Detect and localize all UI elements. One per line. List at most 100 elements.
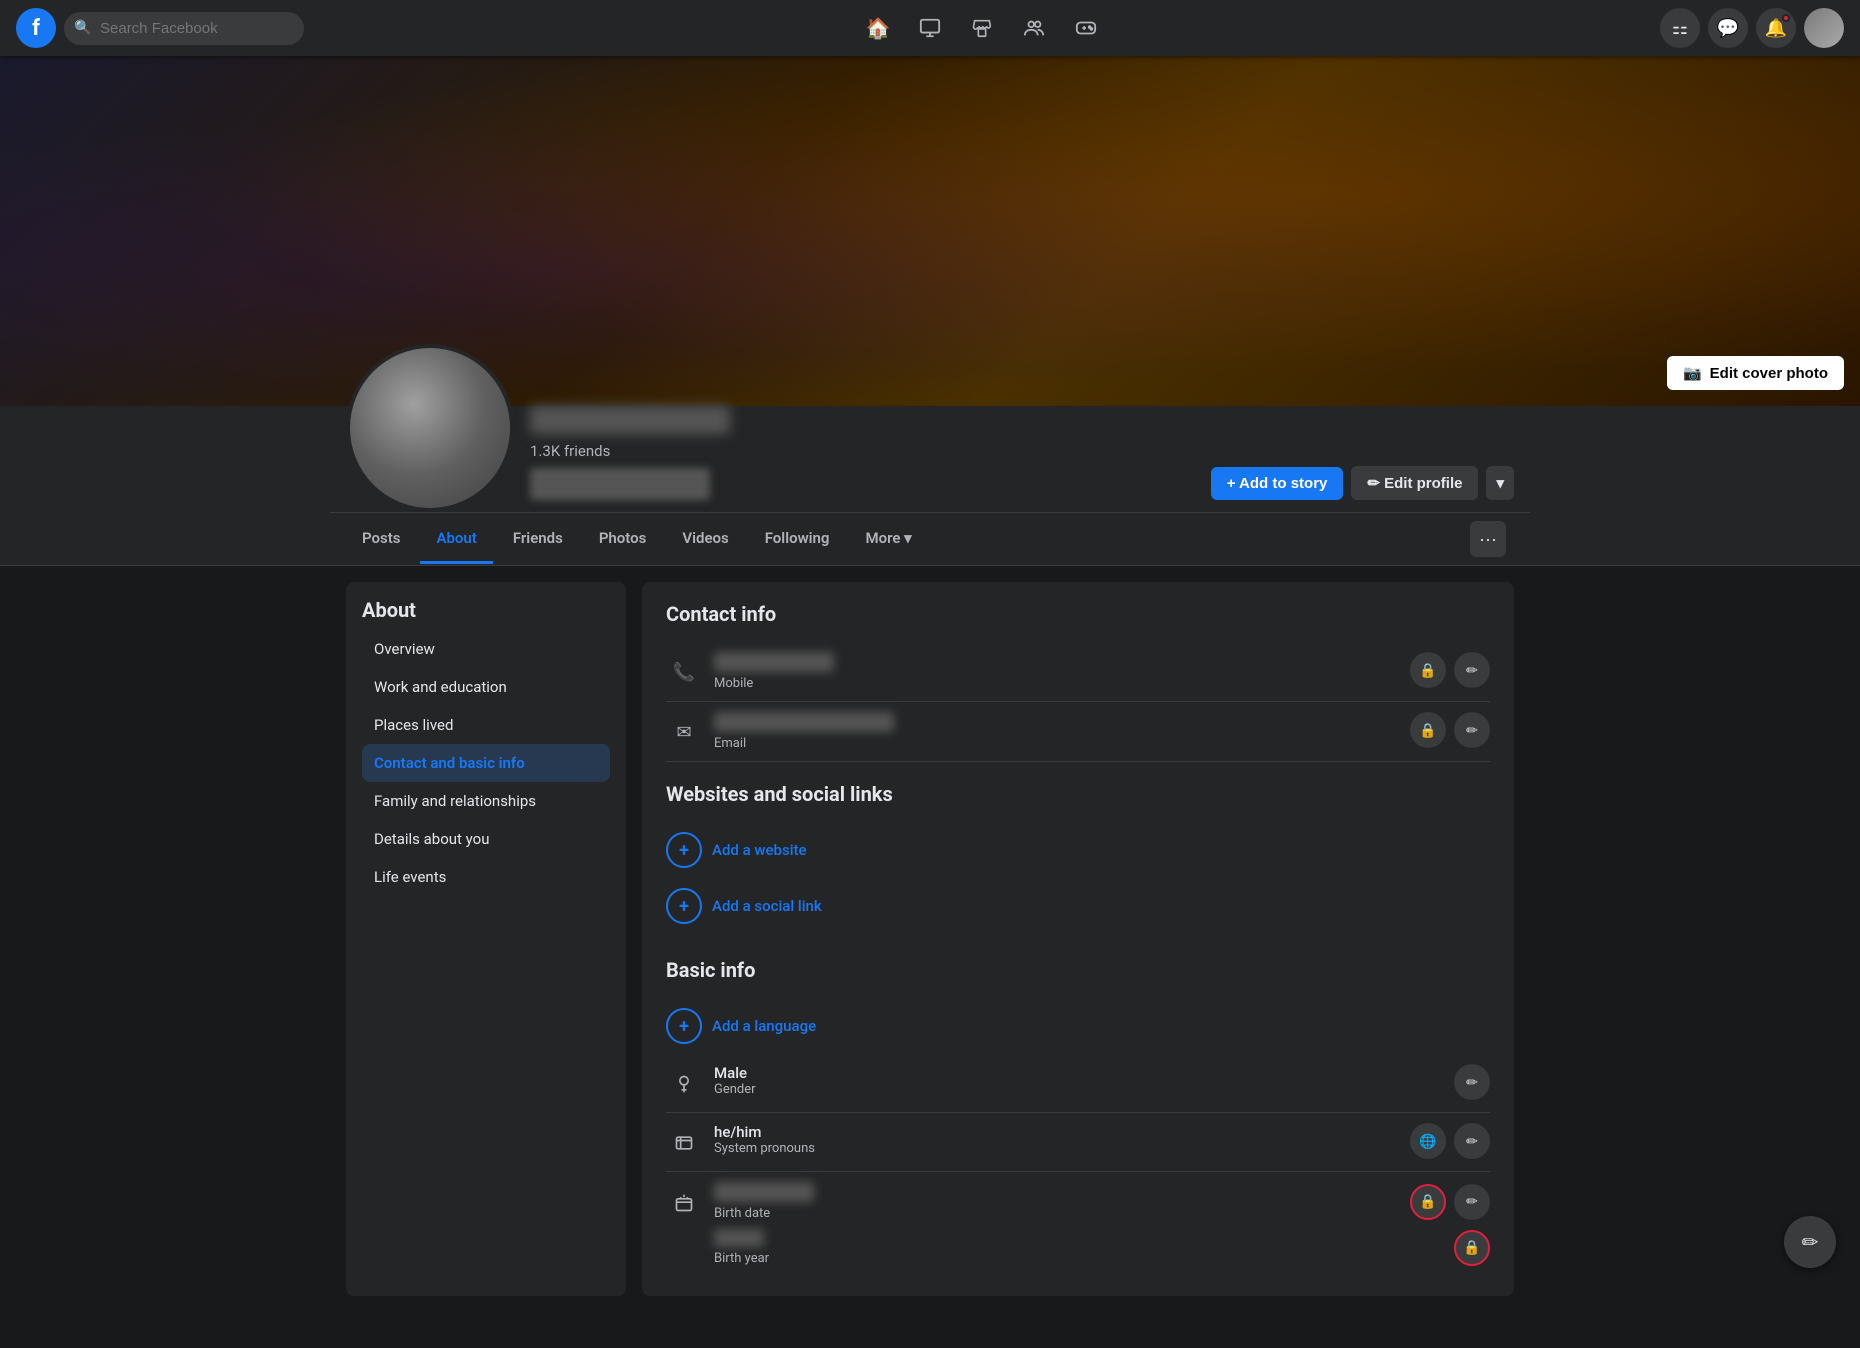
birthyear-content: Birth year (714, 1229, 1438, 1266)
tab-following[interactable]: Following (749, 515, 846, 564)
lock-red-icon-1: 🔒 (1419, 1193, 1436, 1210)
home-nav-btn[interactable]: 🏠 (854, 4, 902, 52)
about-nav-family[interactable]: Family and relationships (362, 782, 610, 820)
add-story-button[interactable]: + Add to story (1211, 467, 1344, 500)
avatar-image (350, 348, 510, 508)
gender-content: Male Gender (714, 1064, 1438, 1097)
edit-profile-button[interactable]: ✏ Edit profile (1351, 466, 1478, 500)
gender-edit-button[interactable]: ✏ (1454, 1064, 1490, 1100)
email-lock-button[interactable]: 🔒 (1410, 712, 1446, 748)
nav-center: 🏠 (304, 4, 1660, 52)
groups-nav-btn[interactable] (1010, 4, 1058, 52)
about-main-panel: Contact info 📞 Mobile 🔒 ✏ (642, 582, 1514, 1296)
friends-count: 1.3K friends (530, 442, 1195, 460)
main-content: About Overview Work and education Places… (330, 566, 1530, 1312)
websites-divider: Websites and social links (666, 782, 1490, 806)
profile-nav-tabs: Posts About Friends Photos Videos Follow… (346, 515, 1462, 564)
lock-red-icon-2: 🔒 (1463, 1239, 1480, 1256)
pronouns-actions: 🌐 ✏ (1394, 1123, 1490, 1159)
tab-friends[interactable]: Friends (497, 515, 579, 564)
mobile-info-row: 📞 Mobile 🔒 ✏ (666, 642, 1490, 702)
tab-more[interactable]: More ▾ (849, 515, 927, 564)
email-icon: ✉ (666, 714, 702, 750)
about-sidebar: About Overview Work and education Places… (346, 582, 626, 1296)
notifications-btn[interactable]: 🔔 (1756, 8, 1796, 48)
birthyear-actions: 🔒 (1438, 1230, 1490, 1266)
floating-edit-button[interactable]: ✏ (1784, 1216, 1836, 1268)
mobile-lock-button[interactable]: 🔒 (1410, 652, 1446, 688)
profile-nav-extra: ··· (1462, 513, 1514, 565)
edit-cover-button[interactable]: 📷 Edit cover photo (1667, 356, 1844, 390)
top-nav: f 🔍 🏠 ⚏ 💬 🔔 (0, 0, 1860, 56)
birthyear-lock-button[interactable]: 🔒 (1454, 1230, 1490, 1266)
phone-icon: 📞 (666, 654, 702, 690)
birthdate-row-inner: Birth date 🔒 ✏ (666, 1182, 1490, 1221)
profile-info-section: 1.3K friends + Add to story ✏ Edit profi… (0, 406, 1860, 566)
mobile-edit-button[interactable]: ✏ (1454, 652, 1490, 688)
pencil-icon: ✏ (1466, 662, 1478, 679)
gaming-nav-btn[interactable] (1062, 4, 1110, 52)
about-title: About (362, 598, 610, 622)
marketplace-nav-btn[interactable] (958, 4, 1006, 52)
about-nav-life-events[interactable]: Life events (362, 858, 610, 896)
add-social-circle-icon: + (666, 888, 702, 924)
profile-more-button[interactable]: ▾ (1486, 466, 1514, 500)
email-edit-button[interactable]: ✏ (1454, 712, 1490, 748)
mobile-actions: 🔒 ✏ (1394, 652, 1490, 688)
add-social-link[interactable]: + Add a social link (666, 878, 1490, 934)
birthdate-edit-button[interactable]: ✏ (1454, 1184, 1490, 1220)
profile-avatar (346, 344, 514, 512)
birthday-icon (666, 1185, 702, 1221)
avatar-nav[interactable] (1804, 8, 1844, 48)
add-website-circle-icon: + (666, 832, 702, 868)
add-website-link[interactable]: + Add a website (666, 822, 1490, 878)
profile-name-blurred (530, 406, 730, 434)
pronouns-icon (666, 1125, 702, 1161)
tab-about[interactable]: About (420, 515, 492, 564)
about-nav-work[interactable]: Work and education (362, 668, 610, 706)
websites-title: Websites and social links (666, 782, 1490, 806)
about-nav-details[interactable]: Details about you (362, 820, 610, 858)
about-nav-overview[interactable]: Overview (362, 630, 610, 668)
add-language-link[interactable]: + Add a language (666, 998, 1490, 1054)
birthdate-actions: 🔒 ✏ (1394, 1184, 1490, 1220)
basic-info-divider: Basic info (666, 958, 1490, 982)
add-social-label: Add a social link (712, 897, 822, 915)
pencil-icon-4: ✏ (1466, 1133, 1478, 1150)
birthyear-value-blurred (714, 1229, 764, 1247)
birthyear-label: Birth year (714, 1251, 1438, 1266)
birthdate-content: Birth date (714, 1182, 1394, 1221)
email-content: Email (714, 712, 1394, 751)
facebook-logo[interactable]: f (16, 8, 56, 48)
about-nav-contact[interactable]: Contact and basic info (362, 744, 610, 782)
edit-cover-label: Edit cover photo (1710, 365, 1828, 382)
profile-nav: Posts About Friends Photos Videos Follow… (330, 512, 1530, 565)
birthdate-lock-button[interactable]: 🔒 (1410, 1184, 1446, 1220)
birthdate-info-row: Birth date 🔒 ✏ Birth y (666, 1172, 1490, 1276)
watch-nav-btn[interactable] (906, 4, 954, 52)
about-nav-places[interactable]: Places lived (362, 706, 610, 744)
tab-videos[interactable]: Videos (666, 515, 744, 564)
pronouns-info-row: he/him System pronouns 🌐 ✏ (666, 1113, 1490, 1172)
pronouns-globe-button[interactable]: 🌐 (1410, 1123, 1446, 1159)
email-info-row: ✉ Email 🔒 ✏ (666, 702, 1490, 762)
search-input[interactable] (64, 12, 304, 45)
pronouns-value: he/him (714, 1123, 1394, 1141)
gender-value: Male (714, 1064, 1438, 1082)
mobile-label: Mobile (714, 676, 1394, 691)
floating-edit-icon: ✏ (1802, 1230, 1819, 1255)
tab-photos[interactable]: Photos (583, 515, 663, 564)
nav-left: f 🔍 (16, 8, 304, 48)
messenger-btn[interactable]: 💬 (1708, 8, 1748, 48)
lock-icon-2: 🔒 (1419, 722, 1436, 739)
pencil-icon-5: ✏ (1466, 1193, 1478, 1210)
gender-label: Gender (714, 1082, 1438, 1097)
apps-btn[interactable]: ⚏ (1660, 8, 1700, 48)
mobile-content: Mobile (714, 652, 1394, 691)
profile-nav-dots-button[interactable]: ··· (1470, 521, 1506, 557)
pronouns-edit-button[interactable]: ✏ (1454, 1123, 1490, 1159)
profile-top: 1.3K friends + Add to story ✏ Edit profi… (330, 406, 1530, 512)
friend-avatars-blurred (530, 468, 710, 500)
tab-posts[interactable]: Posts (346, 515, 416, 564)
email-label: Email (714, 736, 1394, 751)
